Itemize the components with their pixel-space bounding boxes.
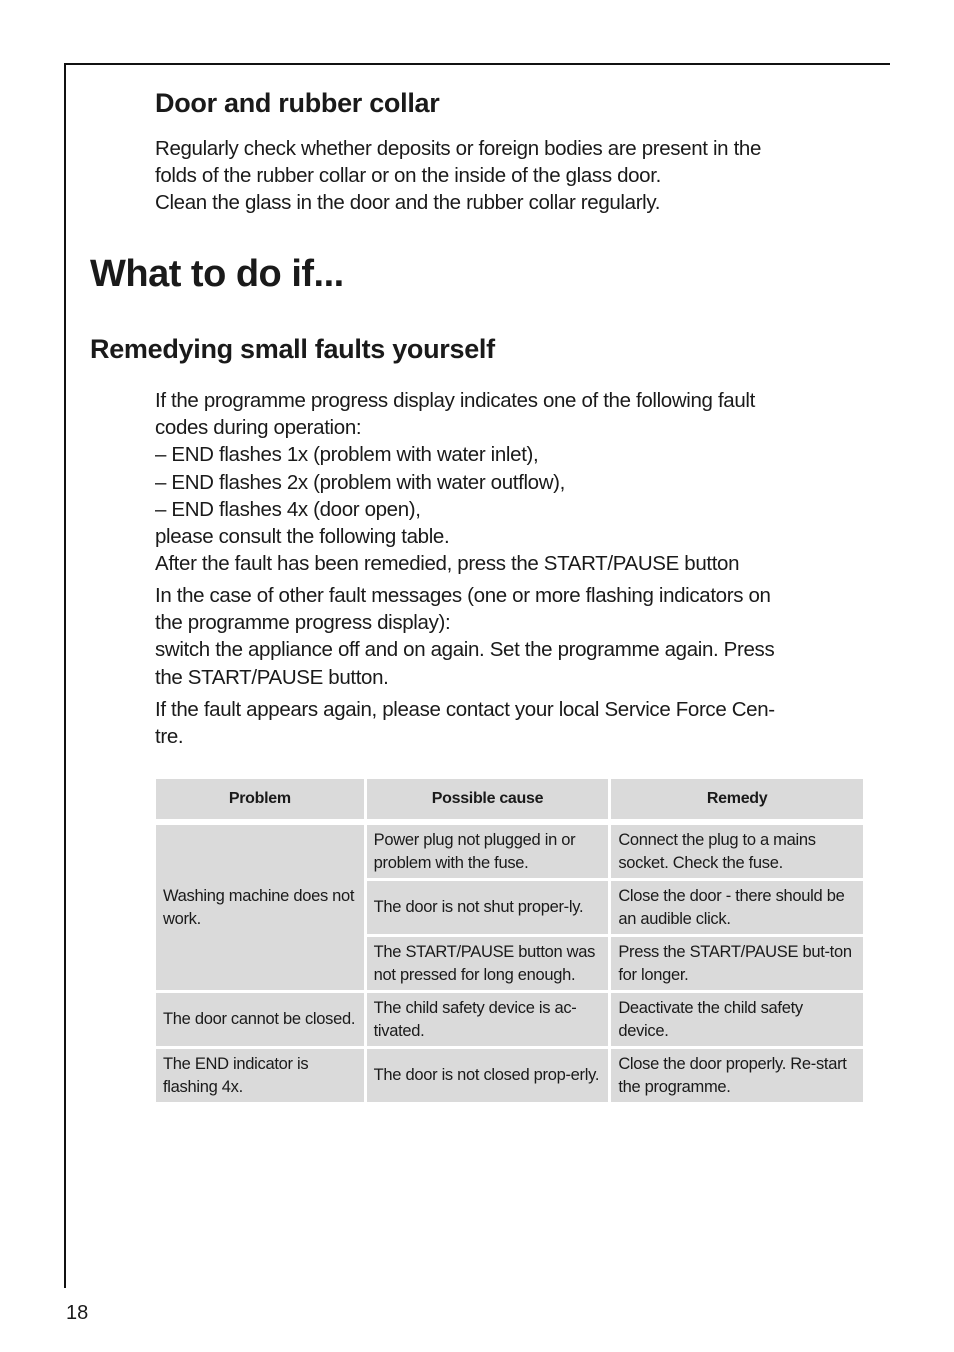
- fault-code-item: – END flashes 2x (problem with water out…: [155, 470, 566, 494]
- page-number: 18: [66, 1302, 89, 1324]
- cause-cell: The door is not shut proper-ly.: [366, 881, 609, 934]
- cause-cell: The child safety device is ac-tivated.: [366, 993, 609, 1046]
- subheading: Remedying small faults yourself: [90, 334, 495, 364]
- text-line: Regularly check whether deposits or fore…: [155, 137, 762, 160]
- text-line: the START/PAUSE button.: [155, 665, 389, 689]
- main-heading: What to do if...: [90, 253, 344, 295]
- remedy-cell: Deactivate the child safety device.: [611, 993, 863, 1046]
- cause-cell: The door is not closed prop-erly.: [366, 1049, 609, 1102]
- fault-code-item: – END flashes 4x (door open),: [155, 497, 421, 521]
- text-line: tre.: [155, 725, 184, 749]
- cause-cell: The START/PAUSE button was not pressed f…: [366, 937, 609, 990]
- intro-paragraph: If the programme progress display indica…: [155, 387, 865, 577]
- table-row: The END indicator is flashing 4x. The do…: [156, 1049, 863, 1102]
- table-row: The door cannot be closed. The child saf…: [156, 993, 863, 1046]
- text-line: the programme progress display):: [155, 611, 451, 635]
- problem-cell: The END indicator is flashing 4x.: [156, 1049, 364, 1102]
- page-frame-top-rule: [64, 63, 890, 65]
- text-line: switch the appliance off and on again. S…: [155, 638, 775, 662]
- text-line: After the fault has been remedied, press…: [155, 552, 740, 576]
- door-section-heading: Door and rubber collar: [155, 88, 440, 118]
- header-remedy: Remedy: [611, 779, 863, 819]
- text-line: codes during operation:: [155, 416, 362, 440]
- door-section-paragraph: Regularly check whether deposits or fore…: [155, 135, 865, 217]
- remedy-cell: Press the START/PAUSE but-ton for longer…: [611, 937, 863, 990]
- remedy-cell: Close the door properly. Re-start the pr…: [611, 1049, 863, 1102]
- text-line: Clean the glass in the door and the rubb…: [155, 191, 661, 215]
- fault-code-item: – END flashes 1x (problem with water inl…: [155, 443, 539, 467]
- text-line: In the case of other fault messages (one…: [155, 584, 771, 607]
- troubleshooting-table: Problem Possible cause Remedy Washing ma…: [153, 776, 866, 1105]
- text-line: If the fault appears again, please conta…: [155, 698, 775, 721]
- fault-again-paragraph: If the fault appears again, please conta…: [155, 696, 865, 750]
- remedy-cell: Close the door - there should be an audi…: [611, 881, 863, 934]
- text-line: If the programme progress display indica…: [155, 389, 755, 412]
- problem-cell: The door cannot be closed.: [156, 993, 364, 1046]
- header-problem: Problem: [156, 779, 364, 819]
- table-row: Washing machine does not work. Power plu…: [156, 825, 863, 990]
- table-header-row: Problem Possible cause Remedy: [156, 779, 863, 819]
- problem-cell: Washing machine does not work.: [156, 825, 364, 990]
- text-line: folds of the rubber collar or on the ins…: [155, 164, 661, 188]
- text-line: please consult the following table.: [155, 525, 450, 549]
- other-faults-paragraph: In the case of other fault messages (one…: [155, 582, 865, 691]
- remedy-cell: Connect the plug to a mains socket. Chec…: [611, 825, 863, 878]
- header-possible-cause: Possible cause: [366, 779, 609, 819]
- cause-cell: Power plug not plugged in or problem wit…: [366, 825, 609, 878]
- page-frame-left-rule: [64, 63, 66, 1288]
